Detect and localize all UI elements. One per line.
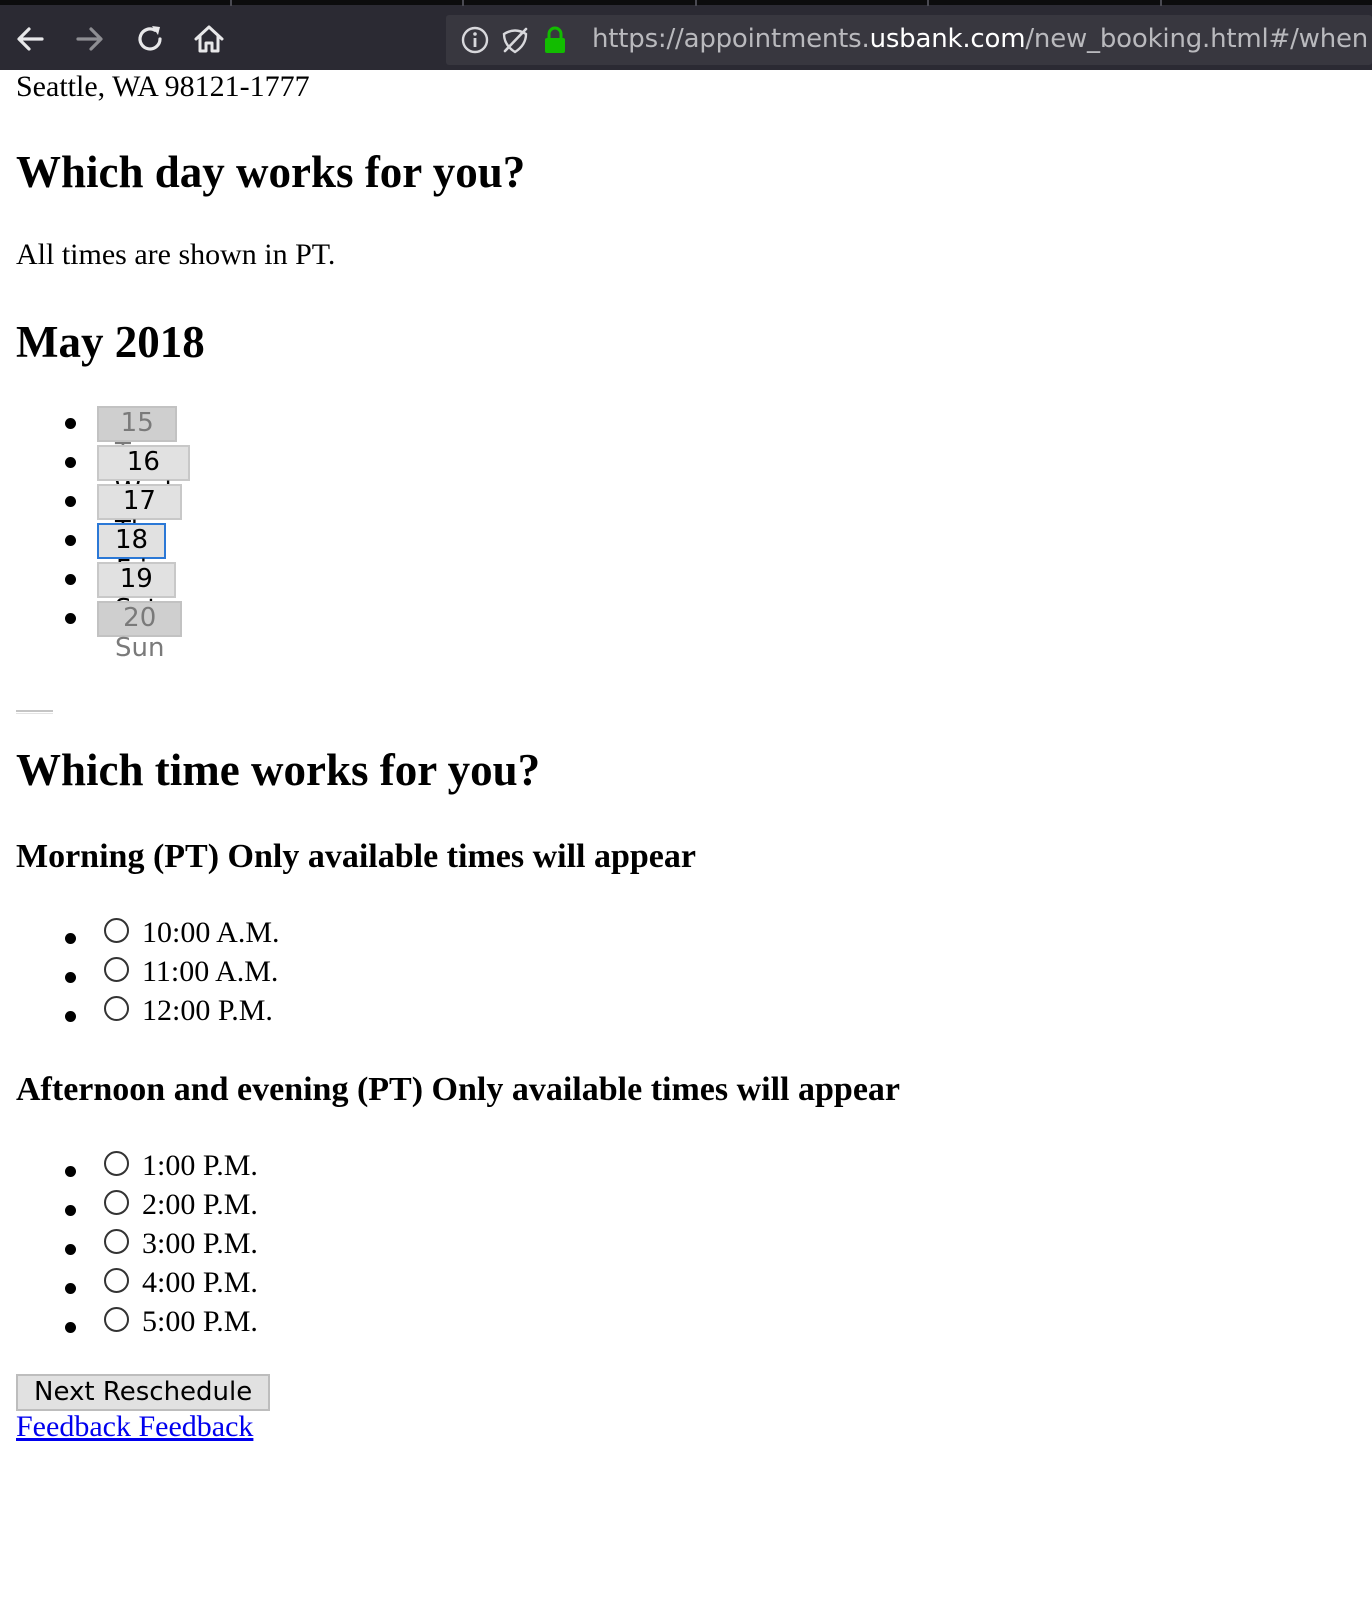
time-radio-400pm[interactable]: [104, 1268, 129, 1293]
time-label: 5:00 P.M.: [142, 1305, 258, 1338]
time-radio-1100am[interactable]: [104, 957, 129, 982]
tab-separator: [462, 0, 464, 6]
next-reschedule-button[interactable]: Next Reschedule: [16, 1374, 271, 1411]
bullet: [65, 1283, 76, 1294]
tab-separator: [695, 0, 697, 6]
url-prefix: https://appointments.: [592, 24, 870, 54]
time-radio-100pm[interactable]: [104, 1151, 129, 1176]
bullet: [65, 972, 76, 983]
time-label: 3:00 P.M.: [142, 1227, 258, 1260]
info-icon[interactable]: [460, 25, 490, 55]
home-button[interactable]: [189, 19, 229, 59]
bullet: [65, 1244, 76, 1255]
day-button-16-wed[interactable]: 16 Wed: [97, 445, 190, 507]
time-heading: Which time works for you?: [16, 745, 541, 795]
time-radio-200pm[interactable]: [104, 1190, 129, 1215]
bullet: [65, 496, 76, 507]
url-bar[interactable]: https://appointments.usbank.com/new_book…: [446, 15, 1372, 65]
timezone-note: All times are shown in PT.: [16, 238, 336, 271]
reload-button[interactable]: [130, 19, 170, 59]
time-radio-1200pm[interactable]: [104, 996, 129, 1021]
time-radio-500pm[interactable]: [104, 1307, 129, 1332]
time-label: 1:00 P.M.: [142, 1149, 258, 1182]
reload-icon: [138, 26, 162, 51]
bullet: [65, 1166, 76, 1177]
time-label: 11:00 A.M.: [142, 955, 279, 988]
day-heading: Which day works for you?: [16, 147, 526, 197]
url-path: /new_booking.html#/when: [1025, 24, 1369, 54]
time-label: 10:00 A.M.: [142, 916, 280, 949]
tab-strip: [0, 0, 1372, 10]
bullet: [65, 457, 76, 468]
time-radio-1000am[interactable]: [104, 918, 129, 943]
day-button-17-thu[interactable]: 17 Thu: [97, 484, 182, 546]
day-button-20-sun[interactable]: 20 Sun: [97, 601, 183, 663]
day-button-15-tue[interactable]: 15 Tue: [97, 406, 178, 468]
afternoon-heading: Afternoon and evening (PT) Only availabl…: [16, 1071, 900, 1108]
bullet: [65, 1205, 76, 1216]
back-icon: [17, 27, 44, 51]
divider: [16, 710, 53, 714]
browser-toolbar: https://appointments.usbank.com/new_book…: [0, 0, 1372, 70]
tab-separator: [927, 0, 929, 6]
home-icon: [194, 25, 224, 53]
time-label: 12:00 P.M.: [142, 994, 273, 1027]
month-heading: May 2018: [16, 317, 205, 367]
time-label: 4:00 P.M.: [142, 1266, 258, 1299]
day-button-18-fri[interactable]: 18 Fri: [97, 523, 167, 585]
url-bar-icons: [460, 25, 570, 55]
back-button[interactable]: [10, 19, 50, 59]
tab-separator: [230, 0, 232, 6]
tracking-protection-icon[interactable]: [500, 25, 530, 55]
bullet: [65, 574, 76, 585]
bullet: [65, 1011, 76, 1022]
lock-icon[interactable]: [540, 25, 570, 55]
bullet: [65, 933, 76, 944]
forward-icon: [76, 27, 103, 51]
url-host: usbank.com: [869, 24, 1026, 54]
forward-button[interactable]: [70, 19, 110, 59]
url-text[interactable]: https://appointments.usbank.com/new_book…: [592, 24, 1368, 54]
bullet: [65, 418, 76, 429]
bullet: [65, 1322, 76, 1333]
time-radio-300pm[interactable]: [104, 1229, 129, 1254]
bullet: [65, 613, 76, 624]
feedback-link[interactable]: Feedback Feedback: [16, 1410, 253, 1444]
time-label: 2:00 P.M.: [142, 1188, 258, 1221]
day-button-19-sat[interactable]: 19 Sat: [97, 562, 176, 624]
bullet: [65, 535, 76, 546]
morning-heading: Morning (PT) Only available times will a…: [16, 838, 696, 875]
tab-separator: [1160, 0, 1162, 6]
branch-address: Seattle, WA 98121-1777: [16, 70, 310, 103]
